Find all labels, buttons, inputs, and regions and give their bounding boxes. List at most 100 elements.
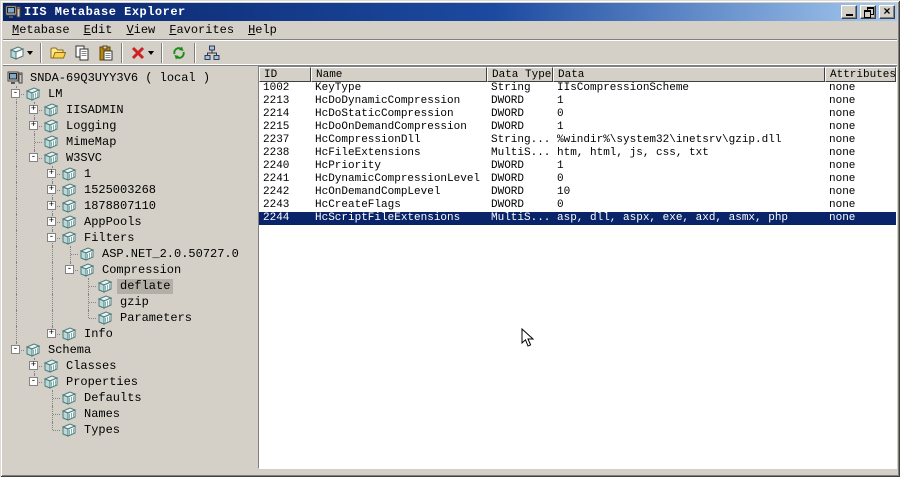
tree-item-1525003268[interactable]: +1525003268 [7,182,255,198]
tree-item-1[interactable]: +1 [7,166,255,182]
tree-item-info[interactable]: + Info [7,326,255,342]
tree-connector: + [43,166,61,182]
copy-icon [75,45,88,60]
tree-item-defaults[interactable]: Defaults [7,390,255,406]
restore-button[interactable] [860,5,876,19]
cell-attributes: none [829,108,856,120]
tree-item-iisadmin[interactable]: + IISADMIN [7,102,255,118]
tree-expander-minus[interactable]: - [47,233,56,242]
tree-expander-minus[interactable]: - [65,265,74,274]
cell-data: 0 [557,199,564,211]
tree-item-asp-net-2-0-50727-0[interactable]: ASP.NET_2.0.50727.0 [7,246,255,262]
new-item-button[interactable] [6,42,36,64]
tree-item-schema[interactable]: - Schema [7,342,255,358]
cell-data: htm, html, js, css, txt [557,147,709,159]
tree-expander-minus[interactable]: - [29,153,38,162]
tree-guide [43,262,61,278]
metabase-node-icon [97,311,117,325]
table-row-2242[interactable]: 2242 HcOnDemandCompLevel DWORD 10 none [259,186,896,199]
table-row-2241[interactable]: 2241 HcDynamicCompressionLevel DWORD 0 none [259,173,896,186]
tree-panel: SNDA-69Q3UYY3V6 ( local ) - LM + IISADMIN + Lo… [3,66,255,469]
tree-item-types[interactable]: Types [7,422,255,438]
tree-connector: + [25,358,43,374]
column-header-data[interactable]: Data [553,67,825,82]
minimize-button[interactable] [841,5,857,19]
column-header-name[interactable]: Name [311,67,487,82]
tree-item-w3svc[interactable]: - W3SVC [7,150,255,166]
table-row-2243[interactable]: 2243 HcCreateFlags DWORD 0 none [259,199,896,212]
cell-attributes: none [829,82,856,94]
tree-expander-plus[interactable]: + [29,361,38,370]
tree-expander-plus[interactable]: + [47,185,56,194]
tree-item-compression[interactable]: - Compression [7,262,255,278]
menu-item-favorites[interactable]: Favorites [162,22,241,38]
paste-button[interactable] [94,42,117,64]
table-row-2215[interactable]: 2215 HcDoOnDemandCompression DWORD 1 none [259,121,896,134]
tree-expander-plus[interactable]: + [47,329,56,338]
menu-item-help[interactable]: Help [241,22,284,38]
tree-expander-plus[interactable]: + [47,169,56,178]
table-row-2237[interactable]: 2237 HcCompressionDll String... %windir%\sy… [259,134,896,147]
menu-item-edit[interactable]: Edit [77,22,120,38]
tree-expander-plus[interactable]: + [29,105,38,114]
delete-button[interactable] [127,42,157,64]
tree-guide [25,390,43,406]
column-header-attributes[interactable]: Attributes [825,67,896,82]
tree-item-label: Schema [48,342,92,357]
tree-item-filters[interactable]: - Filters [7,230,255,246]
tree-item-parameters[interactable]: Parameters [7,310,255,326]
column-header-data-type[interactable]: Data Type [487,67,553,82]
tree-item-label: Logging [66,118,117,133]
column-header-id[interactable]: ID [259,67,311,82]
tree-expander-minus[interactable]: - [11,89,20,98]
tree-item-properties[interactable]: - Properties [7,374,255,390]
tree-expander-plus[interactable]: + [29,121,38,130]
tree-item-label: Properties [66,374,139,389]
tree-expander-minus[interactable]: - [29,377,38,386]
tree-item-label: 1878807110 [84,198,157,213]
table-row-2213[interactable]: 2213 HcDoDynamicCompression DWORD 1 none [259,95,896,108]
table-row-2238[interactable]: 2238 HcFileExtensions MultiS... htm, html, … [259,147,896,160]
tree-item-label: AppPools [84,214,142,229]
menu-item-view[interactable]: View [119,22,162,38]
tree-item-lm[interactable]: - LM [7,86,255,102]
table-row-2214[interactable]: 2214 HcDoStaticCompression DWORD 0 none [259,108,896,121]
open-button[interactable] [46,42,69,64]
tree-item-label: MimeMap [66,134,117,149]
tree-item-1878807110[interactable]: +1878807110 [7,198,255,214]
network-button[interactable] [200,42,223,64]
refresh-button[interactable] [167,42,190,64]
tree-guide [7,182,25,198]
tree-expander-plus[interactable]: + [47,201,56,210]
cell-data: IIsCompressionScheme [557,82,690,94]
close-button[interactable] [879,5,895,19]
metabase-node-icon [43,103,63,117]
title-bar: IIS Metabase Explorer [3,3,897,21]
paste-icon [99,45,112,60]
tree-guide [25,278,43,294]
copy-button[interactable] [70,42,93,64]
tree-item-snda-69q3uyy3v6-local[interactable]: SNDA-69Q3UYY3V6 ( local ) [7,70,255,86]
tree-expander-minus[interactable]: - [11,345,20,354]
metabase-node-icon [61,167,81,181]
tree-item-deflate[interactable]: deflate [7,278,255,294]
tree-item-apppools[interactable]: + AppPools [7,214,255,230]
cell-attributes: none [829,121,856,133]
tree-item-label: ASP.NET_2.0.50727.0 [102,246,239,261]
tree-item-mimemap[interactable]: MimeMap [7,134,255,150]
tree-expander-plus[interactable]: + [47,217,56,226]
table-row-1002[interactable]: 1002 KeyType String IIsCompressionScheme non… [259,82,896,95]
tree-guide [25,230,43,246]
new-item-dropdown-icon [27,50,33,55]
menu-item-metabase[interactable]: Metabase [5,22,77,38]
tree-item-logging[interactable]: + Logging [7,118,255,134]
tree-item-gzip[interactable]: gzip [7,294,255,310]
tree-item-classes[interactable]: + Classes [7,358,255,374]
table-row-2244[interactable]: 2244 HcScriptFileExtensions MultiS... asp, … [259,212,896,225]
tree-guide [25,326,43,342]
tree-item-names[interactable]: Names [7,406,255,422]
cell-name: HcDynamicCompressionLevel [315,173,481,185]
table-row-2240[interactable]: 2240 HcPriority DWORD 1 none [259,160,896,173]
tree-item-label: gzip [120,294,149,309]
toolbar-separator [161,42,163,63]
